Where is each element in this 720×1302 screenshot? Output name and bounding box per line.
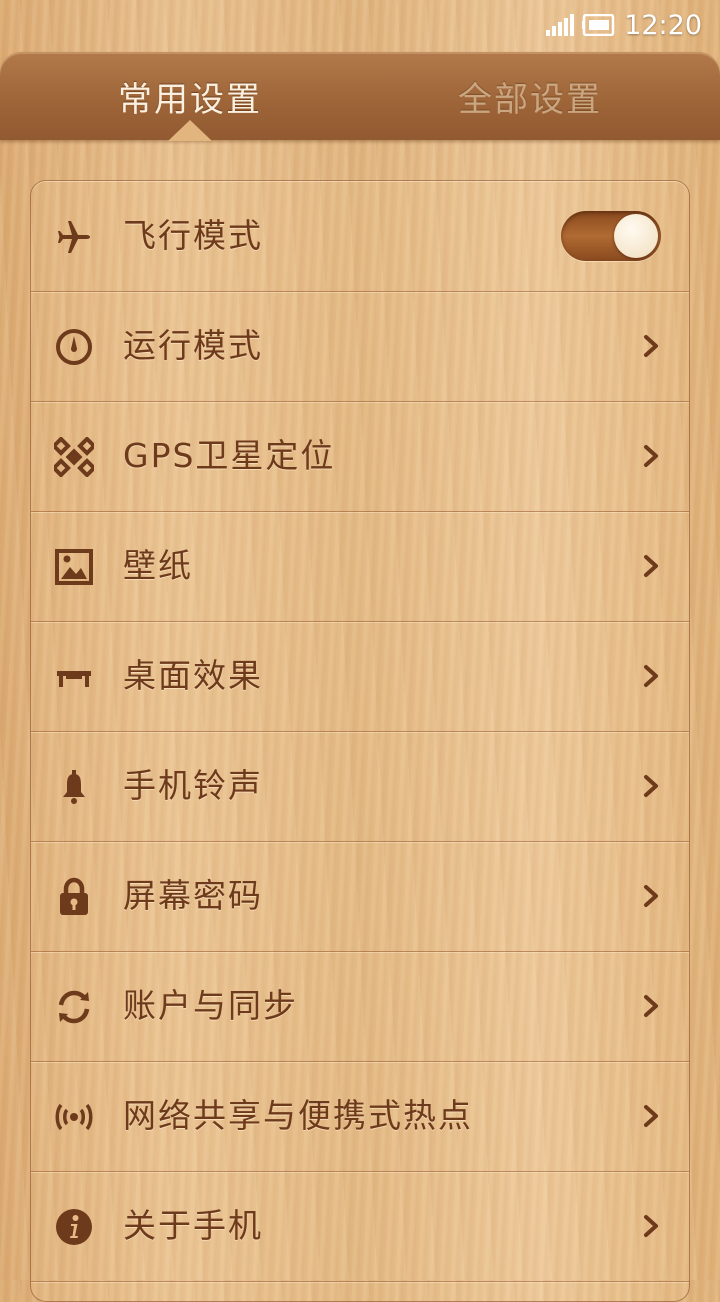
toggle-knob	[614, 214, 658, 258]
chevron-right-icon	[644, 555, 658, 577]
setting-label: 壁纸	[123, 546, 193, 585]
bell-icon	[53, 766, 95, 808]
tab-bar: 常用设置 全部设置	[0, 52, 720, 140]
chevron-right-icon	[644, 665, 658, 687]
setting-accounts-sync[interactable]: 账户与同步	[31, 951, 689, 1062]
picture-icon	[53, 546, 95, 588]
chevron-right-icon	[644, 885, 658, 907]
info-icon	[53, 1206, 95, 1248]
setting-about-phone[interactable]: 关于手机	[31, 1171, 689, 1282]
chevron-right-icon	[644, 995, 658, 1017]
tab-selected-pointer	[168, 120, 212, 141]
setting-run-mode[interactable]: 运行模式	[31, 291, 689, 402]
setting-label: 屏幕密码	[123, 876, 263, 915]
setting-screen-lock[interactable]: 屏幕密码	[31, 841, 689, 952]
setting-label: 手机铃声	[123, 766, 263, 805]
airplane-icon	[53, 216, 95, 258]
setting-label: 飞行模式	[123, 216, 263, 255]
chevron-right-icon	[644, 335, 658, 357]
status-bar: 12:20	[0, 0, 720, 50]
satellite-icon	[53, 436, 95, 478]
setting-label: 关于手机	[123, 1206, 263, 1245]
setting-label: 账户与同步	[123, 986, 298, 1025]
setting-gps[interactable]: GPS卫星定位	[31, 401, 689, 512]
hotspot-icon	[53, 1096, 95, 1138]
signal-bars-icon	[546, 14, 575, 36]
lock-icon	[53, 876, 95, 918]
airplane-mode-toggle[interactable]	[561, 211, 661, 261]
sync-icon	[53, 986, 95, 1028]
setting-airplane-mode[interactable]: 飞行模式	[31, 181, 689, 292]
setting-wallpaper[interactable]: 壁纸	[31, 511, 689, 622]
chevron-right-icon	[644, 445, 658, 467]
setting-ringtone[interactable]: 手机铃声	[31, 731, 689, 842]
desk-icon	[53, 656, 95, 698]
setting-label: 网络共享与便携式热点	[123, 1096, 473, 1135]
setting-desktop-effects[interactable]: 桌面效果	[31, 621, 689, 732]
settings-list: 飞行模式 运行模式 GPS卫星定位 壁纸 桌面效果 手机铃声 屏幕密码 账户与同…	[30, 180, 690, 1302]
status-icons: 12:20	[546, 8, 702, 42]
setting-label: GPS卫星定位	[123, 436, 336, 475]
setting-label: 运行模式	[123, 326, 263, 365]
setting-tethering-hotspot[interactable]: 网络共享与便携式热点	[31, 1061, 689, 1172]
battery-icon	[582, 14, 615, 36]
chevron-right-icon	[644, 1105, 658, 1127]
chevron-right-icon	[644, 775, 658, 797]
tab-all-settings[interactable]: 全部设置	[350, 52, 710, 140]
setting-label: 桌面效果	[123, 656, 263, 695]
gauge-icon	[53, 326, 95, 368]
chevron-right-icon	[644, 1215, 658, 1237]
status-time: 12:20	[624, 9, 702, 41]
